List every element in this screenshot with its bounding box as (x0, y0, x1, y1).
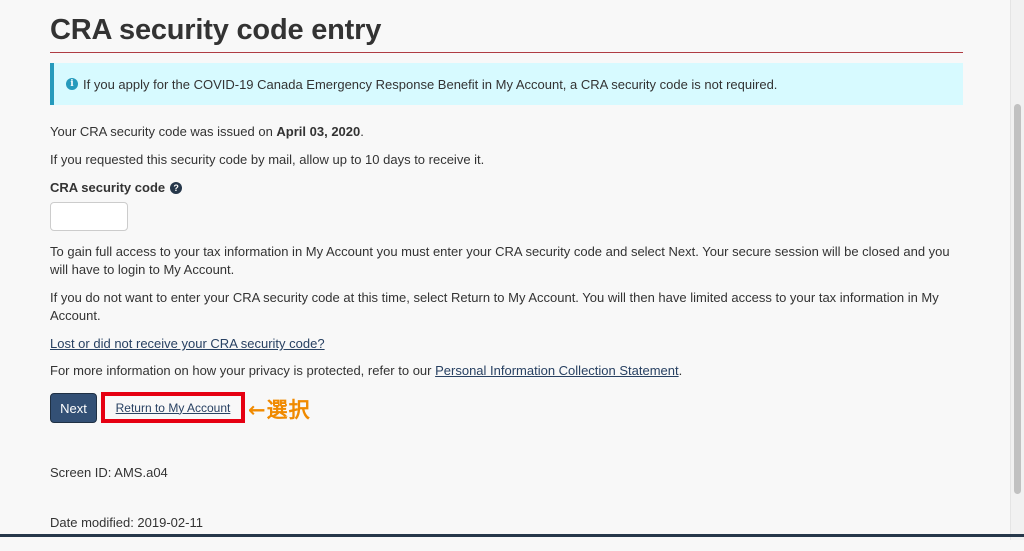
issued-suffix: . (360, 124, 364, 139)
limited-access-instructions: If you do not want to enter your CRA sec… (50, 290, 939, 323)
lost-code-link-wrap: Lost or did not receive your CRA securit… (50, 335, 325, 353)
privacy-suffix: . (678, 363, 683, 378)
info-alert: i If you apply for the COVID-19 Canada E… (50, 63, 963, 105)
info-icon: i (66, 78, 78, 90)
privacy-prefix: For more information on how your privacy… (50, 363, 436, 378)
vertical-scrollbar[interactable] (1010, 0, 1024, 540)
return-to-my-account-button[interactable]: Return to My Account (116, 401, 231, 415)
lost-code-link[interactable]: Lost or did not receive your CRA securit… (50, 336, 325, 351)
issued-prefix: Your CRA security code was issued on (50, 124, 277, 139)
page: CRA security code entry i If you apply f… (0, 0, 1024, 551)
return-highlight-box: Return to My Account (101, 392, 245, 423)
select-annotation: ←選択 (248, 398, 311, 422)
issued-date: April 03, 2020 (276, 124, 361, 139)
screen-id: Screen ID: AMS.a04 (50, 465, 168, 480)
security-code-label: CRA security code ? (50, 180, 183, 195)
page-title: CRA security code entry (50, 14, 382, 46)
info-alert-text: If you apply for the COVID-19 Canada Eme… (83, 76, 778, 92)
privacy-text: For more information on how your privacy… (50, 362, 682, 380)
title-divider (50, 52, 963, 53)
security-code-label-text: CRA security code (50, 180, 166, 195)
mail-note: If you requested this security code by m… (50, 152, 485, 167)
date-modified: Date modified: 2019-02-11 (50, 515, 203, 530)
privacy-statement-link[interactable]: Personal Information Collection Statemen… (435, 363, 679, 378)
footer-divider (0, 534, 1024, 537)
security-code-input[interactable] (50, 202, 128, 231)
full-access-instructions: To gain full access to your tax informat… (50, 244, 950, 277)
scrollbar-thumb[interactable] (1014, 104, 1021, 494)
help-icon[interactable]: ? (170, 181, 183, 194)
next-button[interactable]: Next (50, 393, 97, 423)
issued-date-text: Your CRA security code was issued on Apr… (50, 123, 364, 141)
